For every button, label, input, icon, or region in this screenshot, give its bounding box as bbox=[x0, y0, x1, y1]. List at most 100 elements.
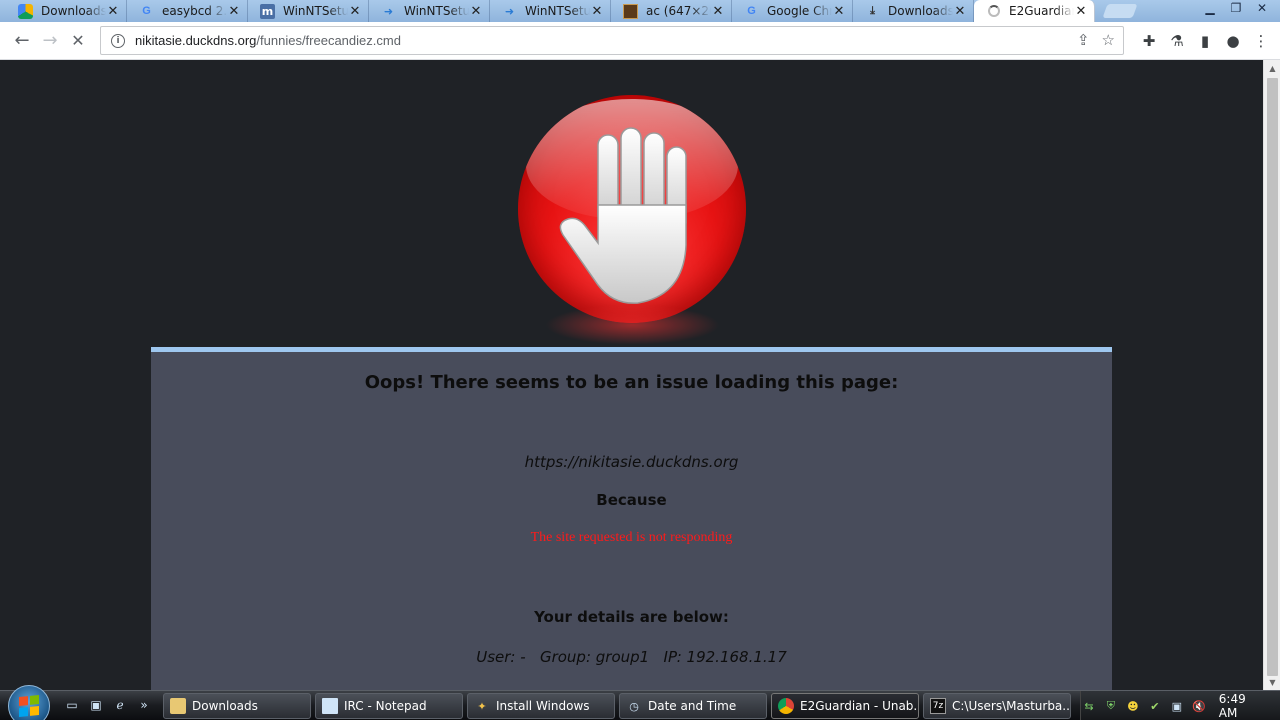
scroll-down-icon[interactable]: ▼ bbox=[1264, 674, 1280, 690]
switch-windows-icon[interactable]: ▣ bbox=[86, 696, 106, 714]
share-icon[interactable]: ⇪ bbox=[1077, 31, 1090, 49]
address-bar[interactable]: i nikitasie.duckdns.org/funnies/freecand… bbox=[100, 26, 1124, 55]
side-panel-icon[interactable]: ▮ bbox=[1194, 27, 1216, 55]
tab-title: ac (647×200) bbox=[646, 4, 711, 18]
close-window-icon[interactable]: ✕ bbox=[1250, 0, 1274, 16]
back-arrow-icon[interactable]: ← bbox=[8, 27, 36, 55]
details-heading: Your details are below: bbox=[534, 608, 729, 626]
extensions-puzzle-icon[interactable]: ✚ bbox=[1138, 27, 1160, 55]
start-button[interactable] bbox=[8, 685, 50, 720]
stop-loading-icon[interactable]: ✕ bbox=[64, 27, 92, 55]
drive-icon bbox=[18, 3, 33, 19]
tab-title: Google Chrome bbox=[767, 4, 832, 18]
task-label: E2Guardian - Unab... bbox=[800, 699, 919, 713]
url-text: nikitasie.duckdns.org/funnies/freecandie… bbox=[135, 33, 401, 48]
task-label: Downloads bbox=[192, 699, 258, 713]
browser-toolbar: ← → ✕ i nikitasie.duckdns.org/funnies/fr… bbox=[0, 22, 1280, 60]
site-info-icon[interactable]: i bbox=[111, 33, 125, 48]
taskbar: ▭ ▣ ℯ » Downloads IRC - Notepad ✦ Instal… bbox=[0, 685, 1280, 720]
close-icon[interactable]: ✕ bbox=[469, 4, 483, 19]
because-label: Because bbox=[596, 491, 667, 509]
tab-title: E2Guardian bbox=[1009, 4, 1074, 18]
quick-launch-expand-icon[interactable]: » bbox=[134, 696, 154, 714]
tab-winntsetup-3[interactable]: ➜ WinNTSetup ✕ bbox=[490, 0, 611, 22]
tab-title: WinNTSetup bbox=[525, 4, 590, 18]
google-icon: G bbox=[142, 5, 151, 17]
scroll-up-icon[interactable]: ▲ bbox=[1264, 60, 1280, 76]
new-tab-button[interactable] bbox=[1102, 4, 1138, 18]
security-shield-icon[interactable]: ⛨ bbox=[1103, 698, 1119, 714]
profile-icon[interactable]: ● bbox=[1222, 27, 1244, 55]
user-details: User: - Group: group1 IP: 192.168.1.17 bbox=[476, 648, 787, 666]
tab-winntsetup-2[interactable]: ➜ WinNTSetup ✕ bbox=[369, 0, 490, 22]
tab-title: WinNTSetup bbox=[404, 4, 469, 18]
tab-title: Downloads bbox=[888, 4, 953, 18]
task-e2guardian[interactable]: E2Guardian - Unab... bbox=[771, 693, 919, 719]
task-label: IRC - Notepad bbox=[344, 699, 427, 713]
clock-icon: ◷ bbox=[629, 699, 639, 713]
close-icon[interactable]: ✕ bbox=[832, 4, 846, 19]
quick-launch: ▭ ▣ ℯ » bbox=[62, 696, 154, 714]
notepad-icon bbox=[322, 698, 338, 714]
tab-google-chrome[interactable]: G Google Chrome ✕ bbox=[732, 0, 853, 22]
tab-downloads[interactable]: Downloads ✕ bbox=[6, 0, 127, 22]
stop-hand-icon bbox=[518, 95, 746, 323]
system-tray: ⇆ ⛨ ☻ ✔ ▣ 🔇 6:49 AM bbox=[1080, 691, 1280, 720]
lab-flask-icon[interactable]: ⚗ bbox=[1166, 27, 1188, 55]
close-icon[interactable]: ✕ bbox=[1074, 4, 1088, 19]
forward-arrow-icon[interactable]: → bbox=[36, 27, 64, 55]
messenger-icon[interactable]: ☻ bbox=[1125, 698, 1141, 714]
tab-easybcd[interactable]: G easybcd 2.3 ✕ bbox=[127, 0, 248, 22]
close-icon[interactable]: ✕ bbox=[106, 4, 120, 19]
task-label: Install Windows bbox=[496, 699, 590, 713]
internet-explorer-icon[interactable]: ℯ bbox=[110, 696, 130, 714]
download-icon: ⤓ bbox=[870, 4, 875, 17]
restore-icon[interactable]: ❐ bbox=[1224, 0, 1248, 16]
clock-time[interactable]: 6:49 AM bbox=[1219, 692, 1268, 720]
extension-area: ✚ ⚗ ▮ ● ⋮ bbox=[1138, 27, 1272, 55]
7zip-icon: 7z bbox=[930, 698, 946, 714]
task-label: Date and Time bbox=[648, 699, 737, 713]
stop-glow bbox=[545, 305, 720, 345]
scroll-thumb[interactable] bbox=[1267, 78, 1278, 676]
task-downloads[interactable]: Downloads bbox=[163, 693, 311, 719]
task-install-windows[interactable]: ✦ Install Windows bbox=[467, 693, 615, 719]
tab-e2guardian[interactable]: E2Guardian ✕ bbox=[974, 0, 1095, 22]
error-title: Oops! There seems to be an issue loading… bbox=[364, 372, 899, 393]
window-controls: ▁ ❐ ✕ bbox=[1198, 0, 1274, 16]
tab-winntsetup-1[interactable]: m WinNTSetup ✕ bbox=[248, 0, 369, 22]
url-host: nikitasie.duckdns.org bbox=[135, 33, 257, 48]
task-irc-notepad[interactable]: IRC - Notepad bbox=[315, 693, 463, 719]
tab-ac-image[interactable]: ac (647×200) ✕ bbox=[611, 0, 732, 22]
windows-logo-icon bbox=[19, 694, 39, 718]
close-icon[interactable]: ✕ bbox=[227, 4, 241, 19]
page-viewport: Oops! There seems to be an issue loading… bbox=[0, 60, 1263, 690]
minimize-icon[interactable]: ▁ bbox=[1198, 0, 1222, 16]
error-reason: The site requested is not responding bbox=[530, 530, 733, 545]
network-arrows-icon[interactable]: ⇆ bbox=[1081, 698, 1097, 714]
tab-title: WinNTSetup bbox=[283, 4, 348, 18]
vertical-scrollbar[interactable]: ▲ ▼ bbox=[1263, 60, 1280, 690]
google-icon: G bbox=[747, 5, 756, 17]
close-icon[interactable]: ✕ bbox=[590, 4, 604, 19]
network-icon[interactable]: ▣ bbox=[1169, 698, 1185, 714]
folder-icon bbox=[170, 698, 186, 714]
bookmark-star-icon[interactable]: ☆ bbox=[1102, 31, 1115, 49]
tab-strip: Downloads ✕ G easybcd 2.3 ✕ m WinNTSetup… bbox=[0, 0, 1280, 22]
url-path: /funnies/freecandiez.cmd bbox=[256, 33, 401, 48]
task-date-time[interactable]: ◷ Date and Time bbox=[619, 693, 767, 719]
image-icon bbox=[623, 3, 638, 19]
close-icon[interactable]: ✕ bbox=[348, 4, 362, 19]
volume-muted-icon[interactable]: 🔇 bbox=[1191, 698, 1207, 714]
updates-check-icon[interactable]: ✔ bbox=[1147, 698, 1163, 714]
tab-downloads-2[interactable]: ⤓ Downloads ✕ bbox=[853, 0, 974, 22]
tab-title: Downloads bbox=[41, 4, 106, 18]
setup-icon: ✦ bbox=[477, 699, 487, 713]
menu-kebab-icon[interactable]: ⋮ bbox=[1250, 27, 1272, 55]
close-icon[interactable]: ✕ bbox=[711, 4, 725, 19]
show-desktop-icon[interactable]: ▭ bbox=[62, 696, 82, 714]
site-m-icon: m bbox=[260, 3, 275, 19]
task-7zip-explorer[interactable]: 7z C:\Users\Masturba... bbox=[923, 693, 1071, 719]
close-icon[interactable]: ✕ bbox=[953, 4, 967, 19]
error-card: Oops! There seems to be an issue loading… bbox=[151, 347, 1112, 690]
